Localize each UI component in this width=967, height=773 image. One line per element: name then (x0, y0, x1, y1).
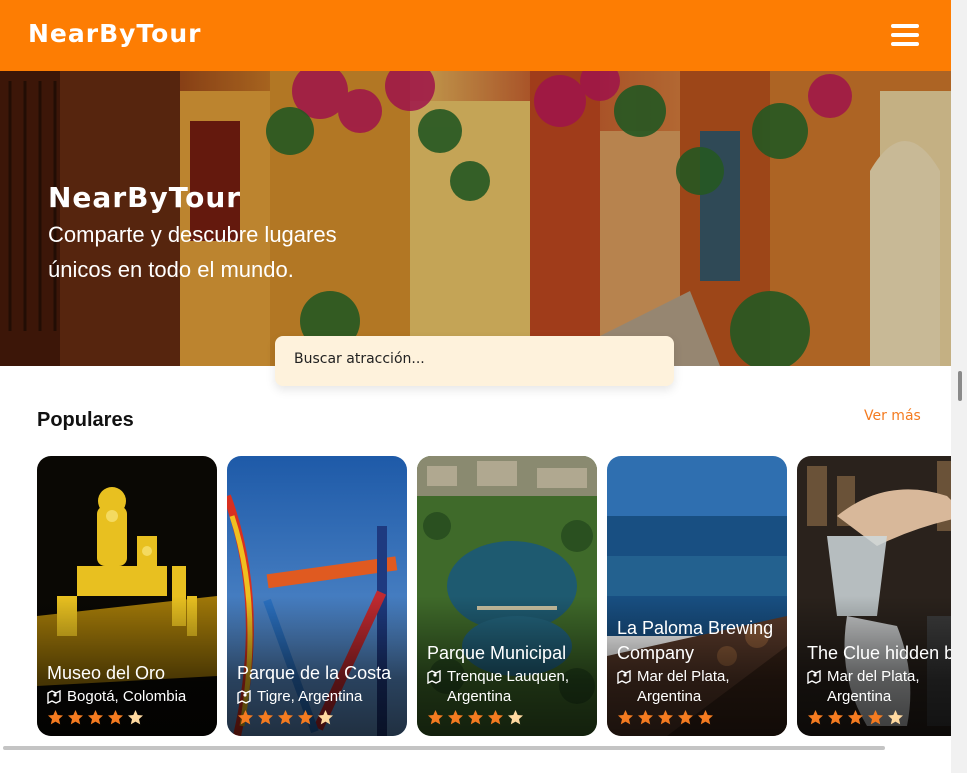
place-card[interactable]: La Paloma Brewing Company Mar del Plata,… (607, 456, 787, 736)
hero-text: NearByTour Comparte y descubre lugares ú… (48, 181, 378, 287)
place-card[interactable]: Parque Municipal Trenque Lauquen, Argent… (417, 456, 597, 736)
star-icon (108, 710, 123, 725)
star-icon (428, 710, 443, 725)
card-caption: Parque Municipal Trenque Lauquen, Argent… (427, 641, 591, 726)
star-icon (318, 710, 333, 725)
place-card[interactable]: Parque de la Costa Tigre, Argentina (227, 456, 407, 736)
search-input[interactable] (294, 351, 654, 367)
place-location: Mar del Plata, Argentina (617, 667, 781, 707)
star-icon (488, 710, 503, 725)
place-name: Parque de la Costa (237, 663, 392, 683)
map-icon (47, 690, 61, 704)
place-location: Bogotá, Colombia (47, 687, 211, 707)
place-location: Trenque Lauquen, Argentina (427, 667, 591, 707)
vertical-scrollbar-thumb[interactable] (958, 371, 962, 401)
star-icon (448, 710, 463, 725)
rating-stars (617, 709, 781, 726)
star-icon (278, 710, 293, 725)
star-icon (848, 710, 863, 725)
star-icon (238, 710, 253, 725)
place-location-text: Mar del Plata, Argentina (827, 668, 920, 705)
rating-stars (47, 709, 211, 726)
horizontal-scrollbar[interactable] (3, 746, 885, 750)
place-name: Museo del Oro (47, 663, 166, 683)
place-location: Mar del Plata, Argentina (807, 667, 951, 707)
star-icon (638, 710, 653, 725)
star-icon (508, 710, 523, 725)
map-icon (427, 670, 441, 684)
place-location-text: Bogotá, Colombia (67, 688, 187, 705)
star-icon (468, 710, 483, 725)
star-icon (698, 710, 713, 725)
place-card[interactable]: Museo del Oro Bogotá, Colombia (37, 456, 217, 736)
place-location: Tigre, Argentina (237, 687, 401, 707)
place-location-text: Trenque Lauquen, Argentina (447, 668, 570, 705)
place-location-text: Tigre, Argentina (257, 688, 363, 705)
search-box (275, 336, 674, 386)
star-icon (678, 710, 693, 725)
place-name: La Paloma Brewing Company (617, 618, 774, 663)
rating-stars (427, 709, 591, 726)
star-icon (618, 710, 633, 725)
top-navbar: NearByTour (0, 0, 951, 71)
star-icon (868, 710, 883, 725)
hero-title: NearByTour (48, 181, 242, 214)
star-icon (128, 710, 143, 725)
place-name: Parque Municipal (427, 643, 567, 663)
hamburger-menu-icon[interactable] (891, 24, 919, 46)
place-location-text: Mar del Plata, Argentina (637, 668, 730, 705)
card-caption: The Clue hidden bar Mar del Plata, Argen… (807, 641, 951, 726)
star-icon (888, 710, 903, 725)
map-icon (807, 670, 821, 684)
see-more-link[interactable]: Ver más (864, 408, 921, 424)
map-icon (617, 670, 631, 684)
card-caption: Parque de la Costa Tigre, Argentina (237, 661, 401, 726)
section-title-popular: Populares (37, 409, 134, 431)
star-icon (48, 710, 63, 725)
brand-logo[interactable]: NearByTour (28, 19, 201, 48)
star-icon (88, 710, 103, 725)
place-name: The Clue hidden bar (807, 643, 951, 663)
place-card[interactable]: The Clue hidden bar Mar del Plata, Argen… (797, 456, 951, 736)
hero-banner: NearByTour Comparte y descubre lugares ú… (0, 71, 951, 366)
rating-stars (807, 709, 951, 726)
page: NearByTour NearByTour Comparte y descubr… (0, 0, 951, 773)
star-icon (828, 710, 843, 725)
card-caption: La Paloma Brewing Company Mar del Plata,… (617, 616, 781, 726)
star-icon (658, 710, 673, 725)
star-icon (68, 710, 83, 725)
hero-subtitle: Comparte y descubre lugares únicos en to… (48, 222, 337, 282)
star-icon (808, 710, 823, 725)
card-caption: Museo del Oro Bogotá, Colombia (47, 661, 211, 726)
star-icon (298, 710, 313, 725)
rating-stars (237, 709, 401, 726)
star-icon (258, 710, 273, 725)
map-icon (237, 690, 251, 704)
